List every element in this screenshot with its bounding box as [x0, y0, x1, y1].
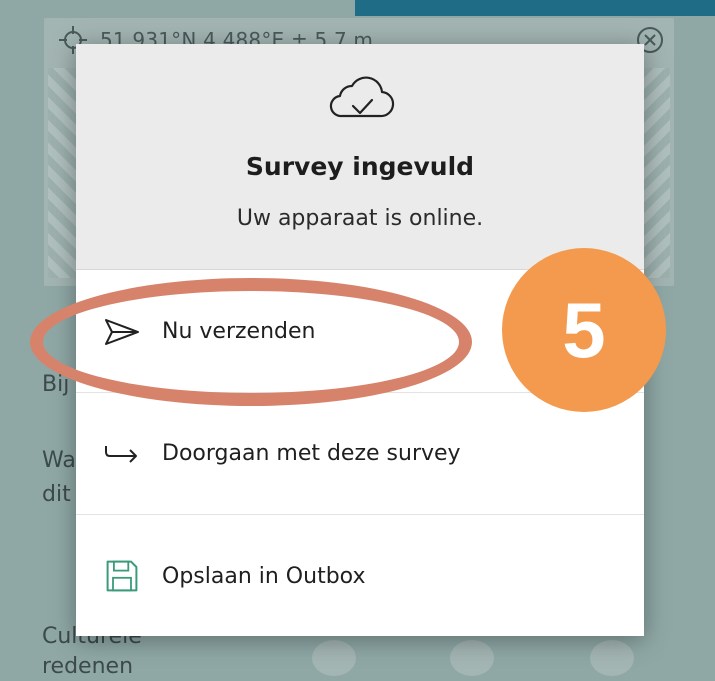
top-bar — [355, 0, 715, 16]
dialog-subtitle: Uw apparaat is online. — [236, 206, 484, 231]
bg-radio-3 — [590, 640, 634, 676]
bg-label-redenen: redenen — [42, 654, 134, 679]
dialog-header: Survey ingevuld Uw apparaat is online. — [76, 44, 644, 270]
bg-label-dit: dit — [42, 482, 71, 507]
bg-label-wa: Wa — [42, 448, 76, 473]
bg-radio-2 — [450, 640, 494, 676]
continue-survey-label: Doorgaan met deze survey — [162, 441, 461, 466]
cloud-check-icon — [329, 76, 395, 118]
step-number-badge: 5 — [502, 248, 666, 412]
dialog-title: Survey ingevuld — [245, 152, 475, 181]
continue-survey-option[interactable]: Doorgaan met deze survey — [76, 393, 644, 515]
arrow-return-icon — [105, 445, 137, 463]
save-disk-icon — [106, 560, 138, 592]
send-now-label: Nu verzenden — [162, 319, 316, 344]
map-thumbnail-right — [640, 68, 670, 278]
bg-label-bij: Bij — [42, 372, 70, 397]
save-outbox-option[interactable]: Opslaan in Outbox — [76, 515, 644, 637]
bg-radio-1 — [312, 640, 356, 676]
map-thumbnail-left — [48, 68, 78, 278]
send-icon — [105, 318, 139, 345]
save-outbox-label: Opslaan in Outbox — [162, 563, 366, 589]
